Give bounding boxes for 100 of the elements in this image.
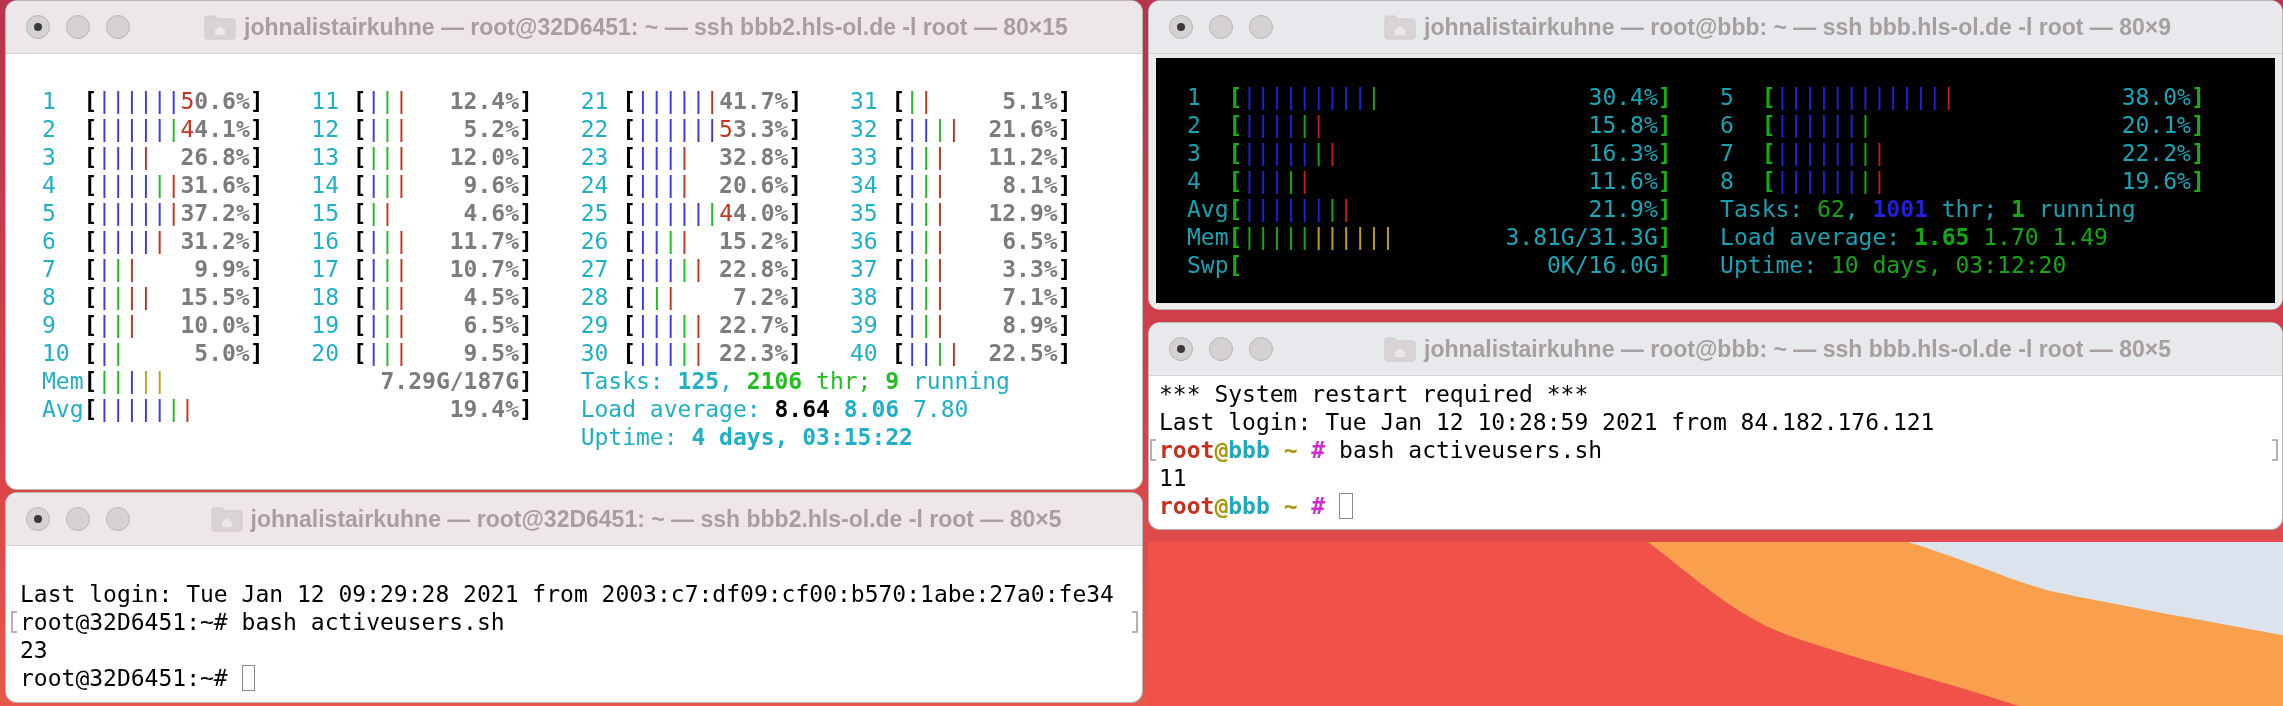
meter-label: 3 xyxy=(1187,139,1202,167)
window-title: johnalistairkuhne — root@32D6451: ~ — ssh bbb2.hls-ol.de -l root — 80×15 xyxy=(244,13,1068,41)
close-button[interactable] xyxy=(1169,337,1193,361)
usage-meter: [|||| 32.8%] xyxy=(622,143,803,171)
window-title: johnalistairkuhne — root@32D6451: ~ — ssh bbb2.hls-ol.de -l root — 80×5 xyxy=(250,505,1062,533)
terminal-line: Last login: Tue Jan 12 10:28:59 2021 from 84.182.176.121 xyxy=(1159,408,1935,436)
usage-meter: [|||| 15.5%] xyxy=(83,283,264,311)
usage-meter: [||| 12.4%] xyxy=(352,87,533,115)
meter-label: 16 xyxy=(311,227,340,255)
usage-meter: [|| 4.6%] xyxy=(352,199,533,227)
usage-meter: [|||||||| 21.9%] xyxy=(1228,195,1672,223)
terminal-line: root@bbb ~ # xyxy=(1159,492,1326,520)
folder-icon xyxy=(1384,336,1416,362)
zoom-button[interactable] xyxy=(106,507,130,531)
terminal-line: root@32D6451:~# bash activeusers.sh xyxy=(20,608,505,636)
usage-meter: [||| 3.3%] xyxy=(891,255,1072,283)
zoom-button[interactable] xyxy=(1249,337,1273,361)
meter-label: Avg xyxy=(42,395,84,423)
usage-meter: [||| 8.9%] xyxy=(891,311,1072,339)
meter-label: 6 xyxy=(42,227,57,255)
zoom-button[interactable] xyxy=(1249,15,1273,39)
meter-label: 40 xyxy=(849,339,879,367)
usage-meter: [||| 7.2%] xyxy=(622,283,803,311)
meter-label: 4 xyxy=(1187,167,1202,195)
usage-meter: [||| 10.7%] xyxy=(352,255,533,283)
usage-meter: [||||||| 20.1%] xyxy=(1761,111,2205,139)
terminal-line: *** System restart required *** xyxy=(1159,380,1589,408)
meter-label: 37 xyxy=(849,255,879,283)
terminal-line: root@bbb ~ # bash activeusers.sh xyxy=(1159,436,1603,464)
usage-meter: [||||| 22.3%] xyxy=(622,339,803,367)
usage-meter: [|||||||| 22.2%] xyxy=(1761,139,2205,167)
usage-meter: [|| 5.0%] xyxy=(83,339,264,367)
close-button[interactable] xyxy=(26,15,50,39)
terminal-line: 11 xyxy=(1159,464,1187,492)
usage-meter: [|||| 22.5%] xyxy=(891,339,1072,367)
usage-meter: [|| 5.1%] xyxy=(891,87,1072,115)
meter-label: 22 xyxy=(580,115,610,143)
meter-label: 33 xyxy=(849,143,879,171)
meter-label: 31 xyxy=(849,87,879,115)
meter-label: 17 xyxy=(311,255,340,283)
terminal-line: Last login: Tue Jan 12 09:29:28 2021 from 2003:c7:df09:cf00:b570:1abe:27a0:fe34 xyxy=(20,580,1114,608)
usage-meter: [||||||||||||| 38.0%] xyxy=(1761,83,2205,111)
meter-label: 36 xyxy=(849,227,879,255)
meter-label: 13 xyxy=(311,143,340,171)
meter-label: 26 xyxy=(580,227,610,255)
usage-meter: [||| 9.5%] xyxy=(352,339,533,367)
usage-meter: [||| 10.0%] xyxy=(83,311,264,339)
meter-label: 30 xyxy=(580,339,610,367)
meter-label: 10 xyxy=(42,339,71,367)
usage-meter: [|||| 15.2%] xyxy=(622,227,803,255)
usage-meter: [||| 9.9%] xyxy=(83,255,264,283)
window-title: johnalistairkuhne — root@bbb: ~ — ssh bbb.hls-ol.de -l root — 80×9 xyxy=(1424,13,2171,41)
usage-meter: [|||| 21.6%] xyxy=(891,115,1072,143)
meter-label: 32 xyxy=(849,115,879,143)
meter-label: 8 xyxy=(1720,167,1735,195)
usage-meter: [|||||||| 19.6%] xyxy=(1761,167,2205,195)
usage-meter: [||||||53.3%] xyxy=(622,115,803,143)
meter-label: 5 xyxy=(1720,83,1735,111)
meter-label: 8 xyxy=(42,283,57,311)
folder-icon xyxy=(210,506,243,532)
meter-label: 34 xyxy=(849,171,879,199)
minimize-button[interactable] xyxy=(66,15,90,39)
terminal-line: root@32D6451:~# xyxy=(20,664,228,692)
usage-meter: [ 0K/16.0G] xyxy=(1228,251,1672,279)
zoom-button[interactable] xyxy=(106,15,130,39)
close-button[interactable] xyxy=(1169,15,1193,39)
meter-label: Swp xyxy=(1187,251,1229,279)
meter-label: 9 xyxy=(42,311,57,339)
usage-meter: [||| 7.1%] xyxy=(891,283,1072,311)
usage-meter: [||||||41.7%] xyxy=(622,87,803,115)
usage-meter: [||| 5.2%] xyxy=(352,115,533,143)
minimize-button[interactable] xyxy=(66,507,90,531)
meter-label: 20 xyxy=(311,339,340,367)
usage-meter: [|||| 20.6%] xyxy=(622,171,803,199)
usage-meter: [||||||||||| 3.81G/31.3G] xyxy=(1228,223,1672,251)
usage-meter: [||| 9.6%] xyxy=(352,171,533,199)
meter-label: 21 xyxy=(580,87,610,115)
meter-label: 24 xyxy=(580,171,610,199)
meter-label: Mem xyxy=(42,367,84,395)
meter-label: 29 xyxy=(580,311,610,339)
usage-meter: [||||||37.2%] xyxy=(83,199,264,227)
meter-label: 12 xyxy=(311,115,340,143)
meter-label: 7 xyxy=(42,255,57,283)
usage-meter: [||||| 31.2%] xyxy=(83,227,264,255)
minimize-button[interactable] xyxy=(1209,15,1233,39)
usage-meter: [||| 11.7%] xyxy=(352,227,533,255)
minimize-button[interactable] xyxy=(1209,337,1233,361)
meter-label: 6 xyxy=(1720,111,1735,139)
meter-label: Avg xyxy=(1187,195,1229,223)
meter-label: 11 xyxy=(311,87,340,115)
usage-meter: [||||| 22.8%] xyxy=(622,255,803,283)
usage-meter: [||||| 22.7%] xyxy=(622,311,803,339)
meter-label: Mem xyxy=(1187,223,1229,251)
meter-label: 27 xyxy=(580,255,610,283)
usage-meter: [||| 11.2%] xyxy=(891,143,1072,171)
usage-meter: [|||||| 15.8%] xyxy=(1228,111,1672,139)
meter-label: 7 xyxy=(1720,139,1735,167)
usage-meter: [||||||44.0%] xyxy=(622,199,803,227)
close-button[interactable] xyxy=(26,507,50,531)
usage-meter: [||||| 7.29G/187G] xyxy=(83,367,533,395)
